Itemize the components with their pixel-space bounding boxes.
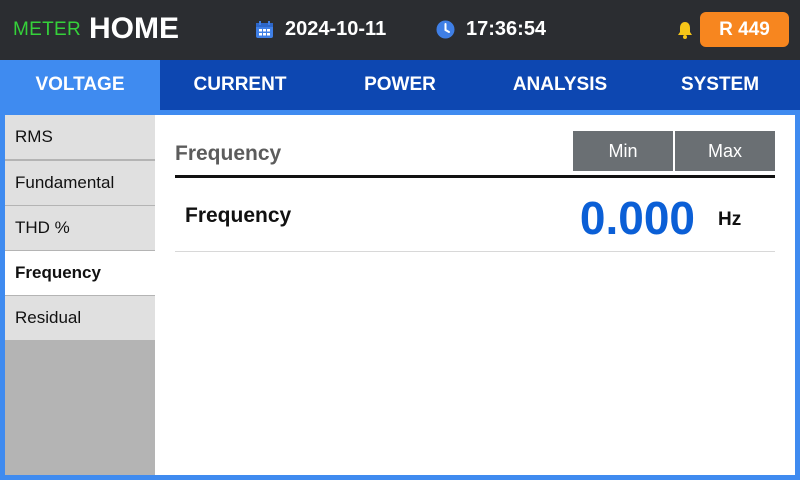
status-badge[interactable]: R 449 [700, 12, 789, 47]
sidebar: RMS Fundamental THD % Frequency Residual [5, 115, 155, 475]
brand-prefix: METER [13, 19, 81, 40]
main-panel: Frequency Min Max Frequency 0.000 Hz [155, 115, 795, 475]
bell-icon[interactable] [675, 20, 695, 40]
sidebar-item-rms[interactable]: RMS [5, 115, 155, 159]
top-bar: METER HOME 2024-10-11 17:36:54 R 449 [0, 0, 800, 60]
date-display: 2024-10-11 [285, 18, 387, 40]
tab-analysis[interactable]: ANALYSIS [480, 60, 640, 110]
page-title: HOME [89, 12, 179, 45]
sidebar-item-fundamental[interactable]: Fundamental [5, 161, 155, 205]
calendar-icon [256, 21, 273, 38]
tab-system[interactable]: SYSTEM [640, 60, 800, 110]
tab-power[interactable]: POWER [320, 60, 480, 110]
tab-bar: VOLTAGE CURRENT POWER ANALYSIS SYSTEM [0, 60, 800, 110]
tab-voltage[interactable]: VOLTAGE [0, 60, 160, 110]
sidebar-item-residual[interactable]: Residual [5, 296, 155, 340]
section-title: Frequency [175, 142, 282, 165]
measurement-label: Frequency [185, 204, 292, 227]
time-display: 17:36:54 [466, 18, 547, 40]
row-divider [175, 251, 775, 252]
sidebar-item-frequency[interactable]: Frequency [5, 251, 155, 295]
header-divider [175, 175, 775, 178]
measurement-value: 0.000 [579, 192, 695, 244]
sidebar-item-thd[interactable]: THD % [5, 206, 155, 250]
measurement-unit: Hz [718, 209, 742, 230]
min-button[interactable]: Min [573, 131, 673, 171]
max-button[interactable]: Max [675, 131, 775, 171]
clock-icon [436, 20, 455, 39]
tab-current[interactable]: CURRENT [160, 60, 320, 110]
